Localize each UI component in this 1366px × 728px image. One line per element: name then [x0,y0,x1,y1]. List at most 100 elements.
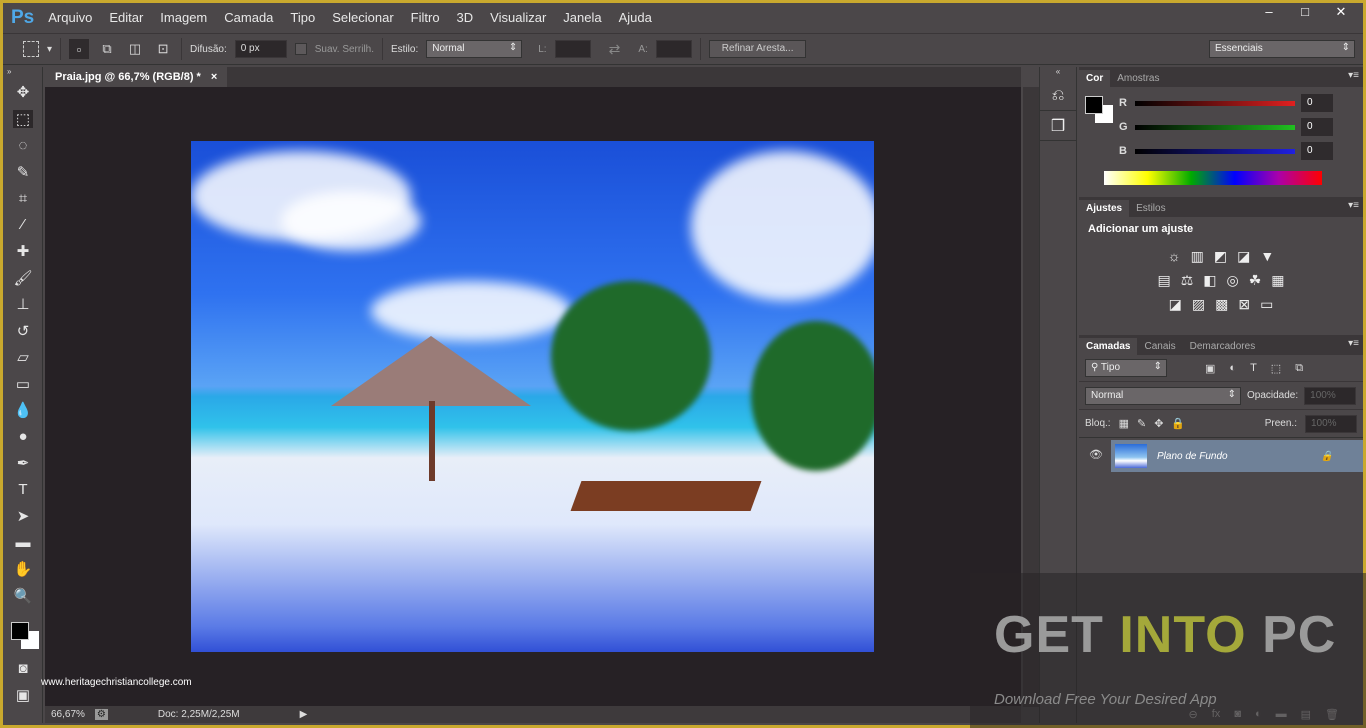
3d-panel-icon[interactable]: ❒ [1040,111,1076,141]
menu-imagem[interactable]: Imagem [160,10,207,25]
collapse-dock-icon[interactable]: « [1040,67,1076,81]
menu-camada[interactable]: Camada [224,10,273,25]
adjustment-filter-icon[interactable]: ◐ [1229,362,1236,374]
close-tab-icon[interactable]: × [211,71,217,83]
layer-filter-select[interactable]: ⚲ Tipo [1085,359,1167,377]
antialias-checkbox[interactable] [294,43,307,55]
tab-amostras[interactable]: Amostras [1110,70,1166,87]
black-white-icon[interactable]: ◧ [1203,272,1216,289]
gradient-map-icon[interactable]: ▭ [1260,296,1273,313]
channel-mixer-icon[interactable]: ☘ [1249,272,1262,289]
tab-cor[interactable]: Cor [1079,70,1111,87]
layer-row[interactable]: Plano de Fundo 🔒 [1111,440,1363,472]
panel-menu-icon[interactable]: ▾≡ [1348,338,1359,349]
shape-filter-icon[interactable]: ⬚ [1271,362,1281,375]
invert-icon[interactable]: ◪ [1169,296,1182,313]
type-tool-icon[interactable]: T [3,477,43,504]
threshold-icon[interactable]: ▩ [1215,296,1228,313]
opacity-input[interactable]: 100% [1304,386,1357,405]
workspace-select[interactable]: Essenciais [1209,40,1355,58]
close-button[interactable]: ✕ [1323,3,1359,21]
zoom-tool-icon[interactable]: 🔍 [3,583,43,610]
zoom-level[interactable]: 66,67% [51,709,85,720]
foreground-color-swatch[interactable] [11,622,29,640]
tab-ajustes[interactable]: Ajustes [1079,200,1130,217]
green-slider[interactable] [1135,124,1295,130]
crop-tool-icon[interactable]: ⌗ [3,185,43,212]
photo-filter-icon[interactable]: ◎ [1227,272,1239,289]
hand-tool-icon[interactable]: ✋ [3,556,43,583]
hue-saturation-icon[interactable]: ▤ [1157,272,1170,289]
lasso-tool-icon[interactable]: ◌ [3,132,43,159]
color-balance-icon[interactable]: ⚖ [1181,272,1194,289]
dodge-tool-icon[interactable]: ● [3,424,43,451]
eye-icon[interactable]: 👁 [1089,448,1103,461]
add-selection-icon[interactable]: ⧉ [97,39,117,59]
menu-tipo[interactable]: Tipo [290,10,315,25]
chevron-down-icon[interactable]: ▾ [47,44,52,55]
red-value[interactable]: 0 [1301,94,1333,112]
collapse-icon[interactable]: » [3,67,42,79]
status-menu-arrow-icon[interactable]: ▶ [300,709,308,720]
beach-photo[interactable] [191,141,874,652]
feather-input[interactable]: 0 px [234,40,287,58]
blue-value[interactable]: 0 [1301,142,1333,160]
subtract-selection-icon[interactable]: ◫ [125,39,145,59]
panel-menu-icon[interactable]: ▾≡ [1348,70,1359,81]
color-spectrum[interactable] [1104,171,1322,185]
menu-selecionar[interactable]: Selecionar [332,10,393,25]
green-value[interactable]: 0 [1301,118,1333,136]
foreground-color-swatch[interactable] [1085,96,1103,114]
brightness-icon[interactable]: ☼ [1168,248,1181,265]
smart-object-filter-icon[interactable]: ⧉ [1295,362,1303,375]
refine-edge-button[interactable]: Refinar Aresta... [708,40,807,58]
pixel-filter-icon[interactable]: ▣ [1205,362,1215,375]
eyedropper-tool-icon[interactable]: ⁄ [3,212,43,239]
lock-pixels-icon[interactable]: ✎ [1137,417,1146,430]
tab-canais[interactable]: Canais [1137,338,1182,355]
quick-selection-tool-icon[interactable]: ✎ [3,159,43,186]
panel-menu-icon[interactable]: ▾≡ [1348,200,1359,211]
posterize-icon[interactable]: ▨ [1192,296,1205,313]
path-selection-icon[interactable]: ➤ [3,503,43,530]
minimize-button[interactable]: – [1251,3,1287,21]
rectangle-tool-icon[interactable]: ▬ [3,530,43,557]
brush-tool-icon[interactable]: 🖌 [3,265,43,292]
history-panel-icon[interactable]: ⎌ [1040,81,1076,111]
pen-tool-icon[interactable]: ✒ [3,450,43,477]
healing-brush-icon[interactable]: ✚ [3,238,43,265]
marquee-preset-icon[interactable] [23,41,39,57]
screen-mode-icon[interactable]: ▣ [3,682,43,709]
selective-color-icon[interactable]: ⊠ [1238,296,1250,313]
levels-icon[interactable]: ▥ [1191,248,1204,265]
lock-transparency-icon[interactable]: ▦ [1119,417,1129,430]
vibrance-icon[interactable]: ▼ [1260,248,1274,265]
height-input[interactable] [655,40,692,58]
menu-ajuda[interactable]: Ajuda [619,10,652,25]
type-filter-icon[interactable]: T [1250,362,1257,374]
menu-editar[interactable]: Editar [109,10,143,25]
intersect-selection-icon[interactable]: ⊡ [153,39,173,59]
fill-input[interactable]: 100% [1305,414,1357,433]
clone-stamp-icon[interactable]: ⊥ [3,291,43,318]
tab-demarcadores[interactable]: Demarcadores [1183,338,1263,355]
red-slider[interactable] [1135,100,1295,106]
tab-estilos[interactable]: Estilos [1129,200,1172,217]
gradient-tool-icon[interactable]: ▭ [3,371,43,398]
width-input[interactable] [554,40,591,58]
menu-3d[interactable]: 3D [457,10,474,25]
blur-tool-icon[interactable]: 💧 [3,397,43,424]
blue-slider[interactable] [1135,148,1295,154]
document-tab[interactable]: Praia.jpg @ 66,7% (RGB/8) * × [45,67,228,87]
maximize-button[interactable]: □ [1287,3,1323,21]
curves-icon[interactable]: ◩ [1214,248,1227,265]
history-brush-icon[interactable]: ↺ [3,318,43,345]
eraser-tool-icon[interactable]: ▱ [3,344,43,371]
lock-position-icon[interactable]: ✥ [1154,417,1163,430]
menu-arquivo[interactable]: Arquivo [48,10,92,25]
swap-icon[interactable]: ⇄ [609,41,621,58]
color-lookup-icon[interactable]: ▦ [1271,272,1284,289]
lock-all-icon[interactable]: 🔒 [1171,417,1185,430]
menu-filtro[interactable]: Filtro [411,10,440,25]
marquee-tool-icon[interactable]: ⬚ [3,106,43,133]
